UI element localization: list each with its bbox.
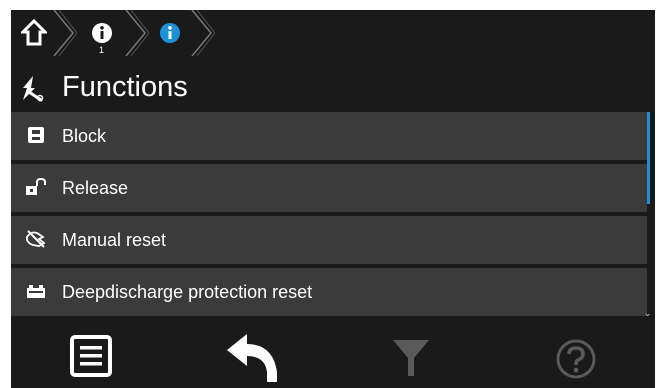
breadcrumb-separator-icon (191, 10, 215, 56)
functions-list: Block Release Manual reset Deepdischarge… (11, 112, 655, 318)
functions-screen: 1 Functions Block Release Manual reset D… (11, 10, 655, 388)
scroll-down-icon[interactable]: ⌄ (644, 308, 652, 319)
back-button[interactable] (211, 326, 291, 388)
breadcrumb-sub-number: 1 (99, 45, 105, 55)
list-item-deepdischarge-reset[interactable]: Deepdischarge protection reset (11, 268, 647, 316)
menu-list-icon (70, 335, 112, 377)
list-item-release[interactable]: Release (11, 164, 647, 212)
list-item-label: Release (62, 178, 129, 198)
list-item-label: Block (62, 126, 107, 146)
menu-button[interactable] (51, 326, 131, 388)
breadcrumb-separator-icon (125, 10, 149, 56)
lock-open-icon (26, 177, 46, 195)
filter-button[interactable] (371, 326, 451, 388)
info-icon-active[interactable] (159, 22, 181, 44)
tools-icon (23, 76, 44, 102)
scrollbar[interactable] (647, 112, 650, 204)
filter-icon (393, 340, 429, 376)
list-item-block[interactable]: Block (11, 112, 647, 160)
lock-closed-icon (28, 127, 44, 143)
list-item-manual-reset[interactable]: Manual reset (11, 216, 647, 264)
page-title: Functions (62, 71, 188, 103)
page-title-row: Functions (11, 68, 655, 108)
help-icon (556, 339, 596, 379)
list-item-label: Deepdischarge protection reset (62, 282, 313, 302)
battery-icon (27, 285, 45, 298)
help-button[interactable] (539, 326, 619, 388)
list-item-label: Manual reset (62, 230, 167, 250)
home-icon[interactable] (21, 19, 47, 47)
breadcrumb-separator-icon (53, 10, 77, 56)
manual-reset-icon (26, 230, 46, 248)
back-arrow-icon (227, 334, 277, 382)
info-icon[interactable] (91, 22, 113, 44)
breadcrumb: 1 (11, 10, 231, 56)
bottom-toolbar (11, 326, 655, 388)
